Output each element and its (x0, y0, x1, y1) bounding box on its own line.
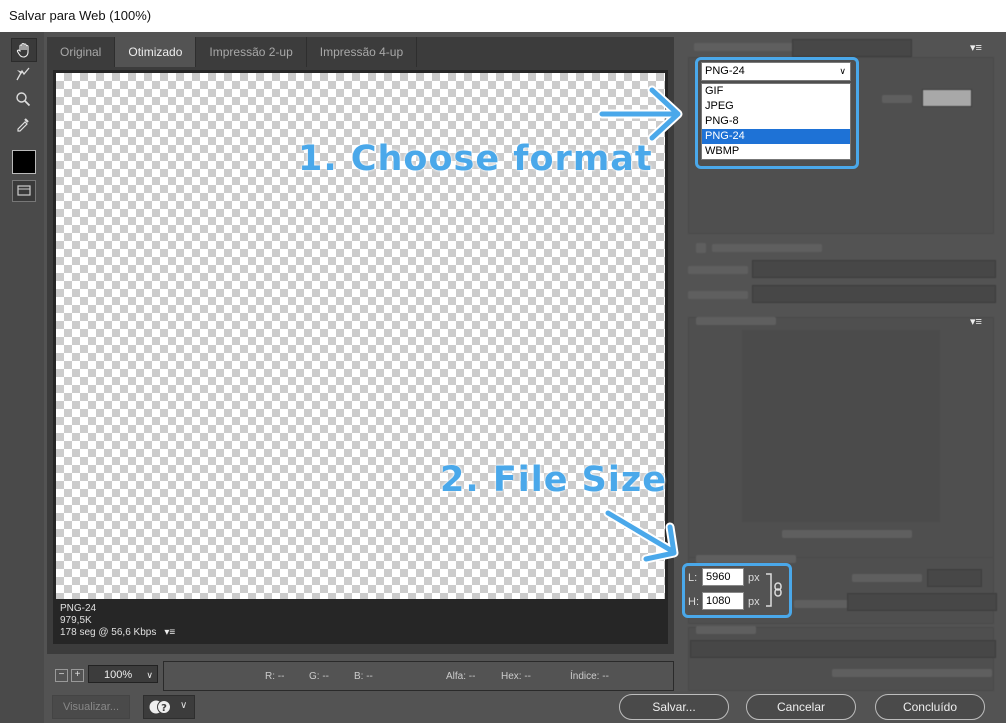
width-unit: px (748, 572, 760, 584)
zoom-tool-icon (16, 92, 31, 107)
eyedropper-color-swatch[interactable] (12, 150, 36, 174)
animation-controls (832, 669, 992, 677)
color-table-menu-icon[interactable]: ▾≡ (970, 315, 982, 328)
color-table-label (696, 317, 776, 325)
window-title: Salvar para Web (100%) (0, 0, 1006, 32)
chevron-down-icon: ∨ (146, 670, 153, 680)
color-table-toolbar (782, 530, 912, 538)
annotation-choose-format: 1. Choose format (298, 139, 653, 179)
eyedropper-tool-icon (17, 118, 29, 132)
preset-select[interactable] (792, 39, 912, 57)
readout-index: Índice: -- (570, 671, 609, 682)
cancel-button[interactable]: Cancelar (746, 694, 856, 720)
readout-alpha: Alfa: -- (446, 671, 476, 682)
download-speed-menu-icon[interactable]: ▾≡ (164, 627, 175, 638)
animation-label (696, 626, 756, 634)
convert-srgb-label (712, 244, 822, 252)
width-input[interactable]: 5960 (702, 568, 744, 586)
quality-label (794, 600, 854, 608)
height-input[interactable]: 1080 (702, 592, 744, 610)
percent-label (852, 574, 922, 582)
height-label: H: (688, 596, 699, 608)
zoom-level-select[interactable]: 100% ∨ (88, 665, 158, 683)
tab-4-up[interactable]: Impressão 4-up (307, 37, 418, 67)
preview-in-browser-button[interactable]: Visualizar... (52, 695, 130, 719)
tool-bar (0, 32, 44, 723)
optimize-menu-icon[interactable]: ▾≡ (970, 41, 982, 54)
tab-optimized[interactable]: Otimizado (115, 37, 197, 67)
color-table-area (742, 330, 940, 522)
readout-r: R: -- (265, 671, 285, 682)
tab-original[interactable]: Original (47, 37, 116, 67)
hand-tool-icon (16, 42, 29, 58)
format-option-png8[interactable]: PNG-8 (702, 114, 850, 129)
help-button[interactable]: ? ∨ (143, 695, 195, 719)
readout-hex: Hex: -- (501, 671, 531, 682)
height-unit: px (748, 596, 760, 608)
format-option-wbmp[interactable]: WBMP (702, 144, 850, 159)
preset-row (694, 43, 794, 51)
preview-panel: Original Otimizado Impressão 2-up Impres… (47, 37, 674, 654)
zoom-in-button[interactable]: + (71, 669, 84, 682)
zoom-tool-button[interactable] (11, 88, 35, 110)
tab-2-up[interactable]: Impressão 2-up (196, 37, 307, 67)
preview-select[interactable] (752, 260, 996, 278)
readout-b: B: -- (354, 671, 373, 682)
status-bar: − + 100% ∨ R: -- G: -- B: -- Alfa: -- He… (47, 659, 674, 691)
format-options-list: GIF JPEG PNG-8 PNG-24 WBMP (701, 83, 851, 160)
toggle-slices-visibility-button[interactable] (12, 180, 36, 202)
optimization-info: PNG-24 979,5K 178 seg @ 56,6 Kbps ▾≡ (60, 603, 175, 639)
animation-box (688, 627, 994, 691)
width-label: L: (688, 572, 698, 584)
zoom-out-button[interactable]: − (55, 669, 68, 682)
constrain-proportions-link-icon[interactable] (764, 571, 786, 609)
slice-select-tool-button[interactable] (11, 63, 35, 85)
loop-options-select[interactable] (690, 640, 996, 658)
eyedropper-tool-button[interactable] (11, 113, 35, 135)
zoom-level-value: 100% (104, 669, 133, 681)
annotation-file-size: 2. File Size (440, 460, 667, 500)
metadata-select[interactable] (752, 285, 996, 303)
slice-select-tool-icon (16, 67, 30, 81)
readout-g: G: -- (309, 671, 329, 682)
format-option-gif[interactable]: GIF (702, 84, 850, 99)
preview-label (688, 266, 748, 274)
convert-srgb-checkbox[interactable] (696, 243, 706, 253)
metadata-label (688, 291, 748, 299)
save-button[interactable]: Salvar... (619, 694, 729, 720)
quality-select[interactable] (847, 593, 997, 611)
arrow-to-file-size-icon (603, 508, 679, 564)
format-select[interactable]: PNG-24 ∨ (701, 62, 851, 81)
matte-label (882, 95, 912, 103)
format-option-jpeg[interactable]: JPEG (702, 99, 850, 114)
hand-tool-button[interactable] (11, 38, 37, 62)
svg-text:?: ? (161, 703, 167, 714)
slices-icon (17, 185, 31, 196)
matte-select[interactable] (922, 89, 972, 107)
info-format: PNG-24 (60, 603, 97, 614)
view-tabs: Original Otimizado Impressão 2-up Impres… (47, 37, 418, 67)
image-size-label (696, 555, 796, 563)
percent-field[interactable] (927, 569, 982, 587)
done-button[interactable]: Concluído (875, 694, 985, 720)
format-option-png24[interactable]: PNG-24 (702, 129, 850, 144)
info-file-size: 979,5K (60, 615, 92, 626)
chevron-down-icon: ∨ (839, 66, 846, 76)
format-select-value: PNG-24 (705, 65, 745, 77)
help-icon: ? (149, 700, 171, 714)
color-readout: R: -- G: -- B: -- Alfa: -- Hex: -- Índic… (163, 661, 674, 691)
info-download-time: 178 seg @ 56,6 Kbps (60, 627, 157, 638)
chevron-down-icon: ∨ (180, 700, 188, 711)
